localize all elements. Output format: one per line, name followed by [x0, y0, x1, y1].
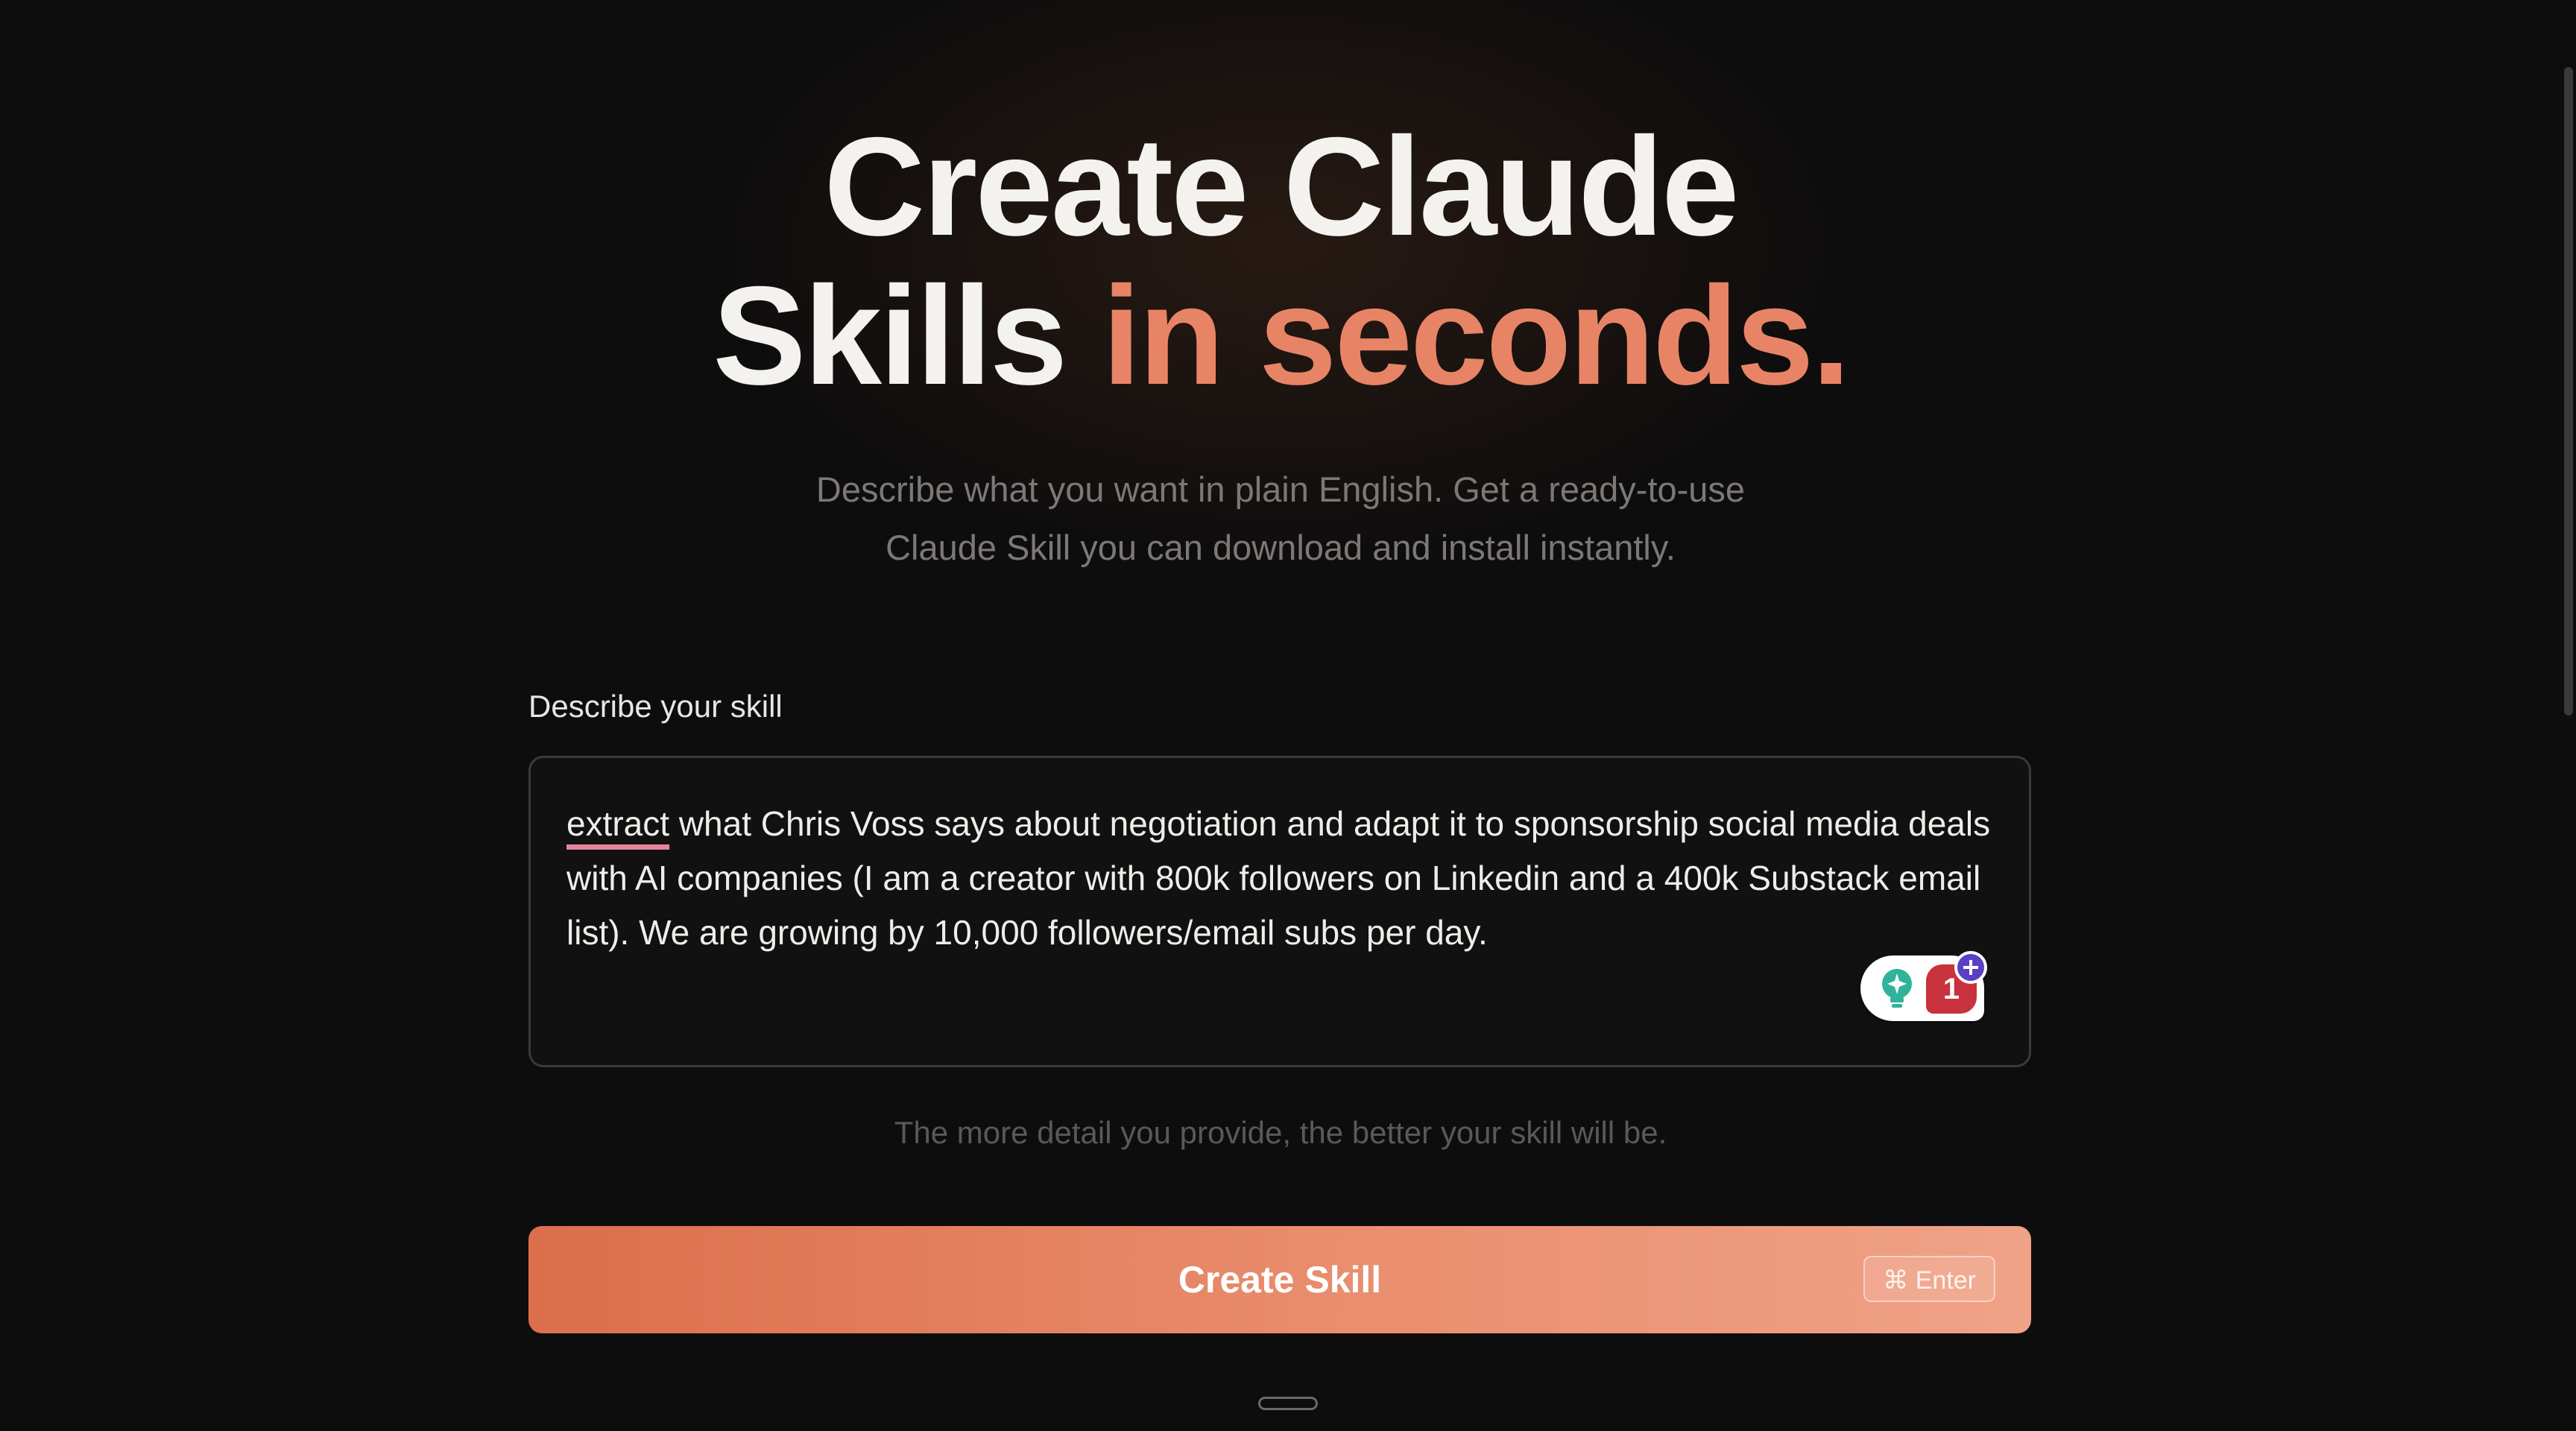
skill-description-label: Describe your skill: [528, 689, 783, 724]
hero-title-line1: Create Claude: [824, 108, 1739, 265]
textarea-text: what Chris Voss says about negotiation a…: [566, 804, 1991, 952]
hero-subtitle: Describe what you want in plain English.…: [0, 461, 2561, 577]
skill-description-textarea[interactable]: extract what Chris Voss says about negot…: [528, 756, 2031, 1067]
detail-hint: The more detail you provide, the better …: [894, 1115, 1667, 1150]
plus-icon[interactable]: [1954, 951, 1987, 984]
scrollbar-thumb[interactable]: [2564, 67, 2573, 716]
keyboard-shortcut-badge: ⌘ Enter: [1863, 1256, 1995, 1302]
scroll-indicator-icon[interactable]: [1258, 1397, 1318, 1410]
hero-title-line2: Skills: [713, 257, 1102, 414]
hero-title-accent: in seconds.: [1102, 257, 1851, 414]
create-skill-label: Create Skill: [1178, 1259, 1382, 1301]
misspelled-word[interactable]: extract: [566, 804, 669, 843]
create-skill-button[interactable]: Create Skill ⌘ Enter: [528, 1226, 2031, 1333]
page: Create Claude Skills in seconds. Describ…: [0, 0, 2576, 1431]
hero-title: Create Claude Skills in seconds.: [0, 112, 2561, 410]
hero-subtitle-line2: Claude Skill you can download and instal…: [886, 528, 1676, 567]
lightbulb-icon: [1882, 969, 1912, 1008]
hero-subtitle-line1: Describe what you want in plain English.…: [815, 470, 1746, 509]
